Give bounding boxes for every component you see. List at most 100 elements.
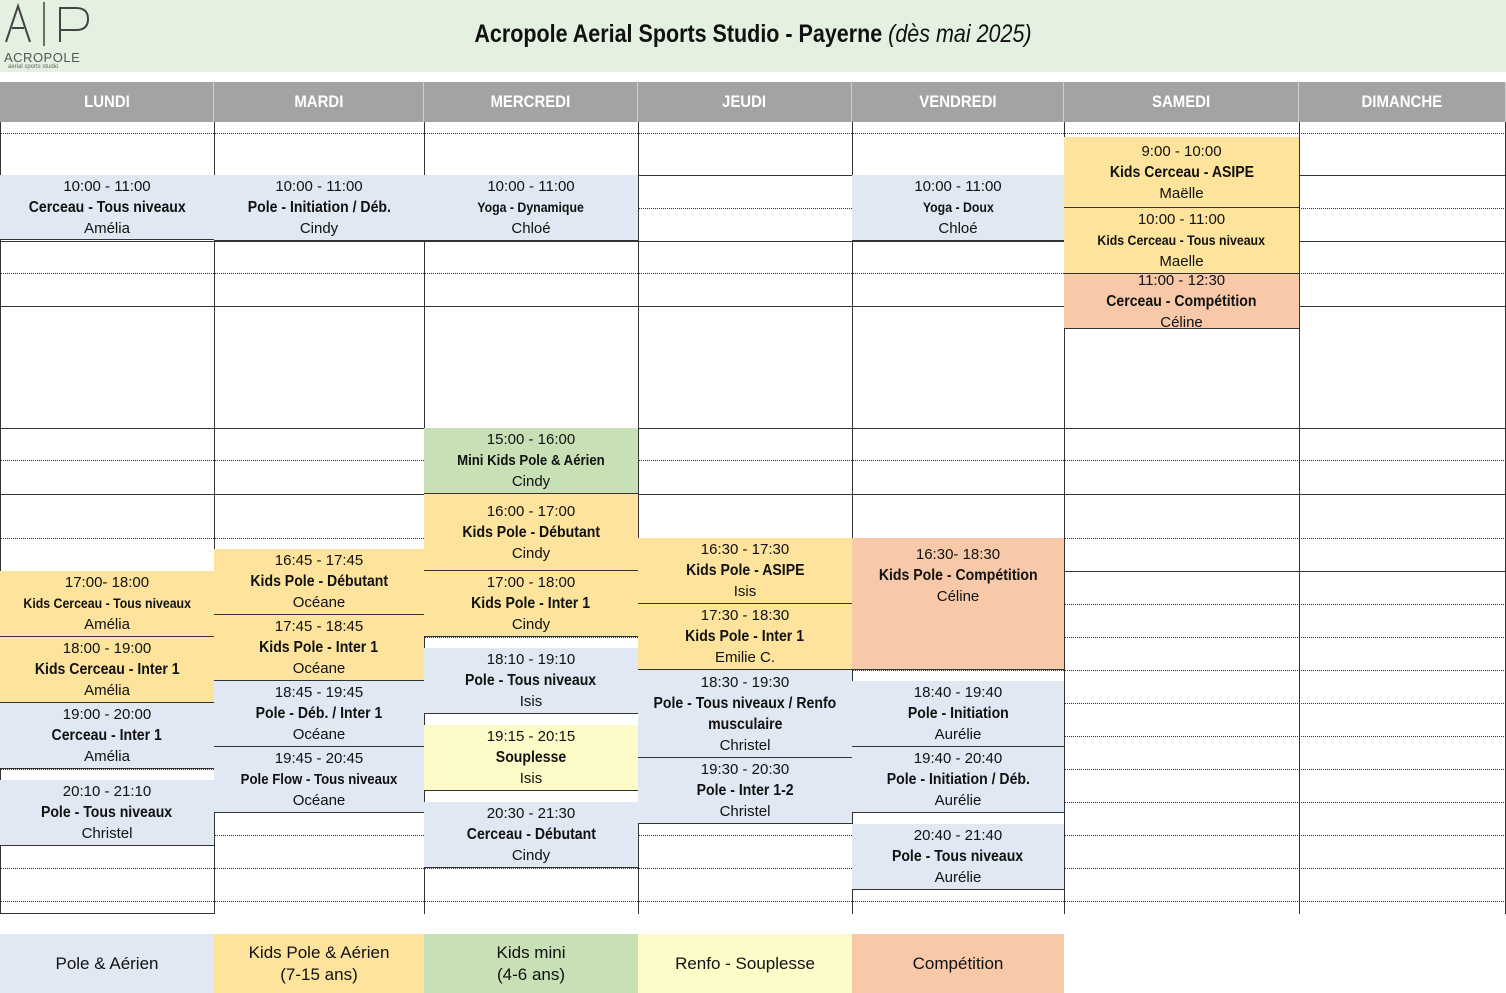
acropole-logo: ACROPOLE aerial sports studio bbox=[4, 2, 94, 70]
class-instructor: Emilie C. bbox=[714, 649, 775, 666]
class-name: Souplesse bbox=[495, 749, 567, 766]
class-name: Kids Cerceau - ASIPE bbox=[1109, 163, 1254, 181]
class-block[interactable]: 17:45 - 18:45 Kids Pole - Inter 1 Océane bbox=[214, 615, 424, 681]
class-time: 17:00- 18:00 bbox=[64, 574, 150, 591]
class-block[interactable]: 18:10 - 19:10 Pole - Tous niveaux Isis bbox=[424, 648, 638, 714]
class-name: Cerceau - Tous niveaux bbox=[28, 198, 186, 216]
class-name: Yoga - Doux bbox=[922, 199, 994, 215]
class-time: 11:00 - 12:30 bbox=[1137, 274, 1226, 289]
grid-row-line bbox=[0, 868, 1506, 869]
class-instructor: Amélia bbox=[84, 748, 130, 765]
class-instructor: Chloé bbox=[511, 220, 551, 237]
class-name: Pole - Tous niveaux bbox=[41, 804, 173, 821]
title-main: Acropole Aerial Sports Studio - Payerne bbox=[474, 20, 883, 48]
class-block[interactable]: 10:00 - 11:00 Yoga - Dynamique Chloé bbox=[424, 175, 638, 241]
class-block[interactable]: 9:00 - 10:00 Kids Cerceau - ASIPE Maëlle bbox=[1064, 137, 1299, 208]
class-block[interactable]: 17:30 - 18:30 Kids Pole - Inter 1 Emilie… bbox=[638, 604, 852, 670]
class-instructor: Amélia bbox=[84, 219, 130, 237]
class-block[interactable]: 16:30 - 17:30 Kids Pole - ASIPE Isis bbox=[638, 538, 852, 604]
class-time: 15:00 - 16:00 bbox=[486, 431, 576, 448]
class-time: 16:30 - 17:30 bbox=[700, 541, 790, 558]
class-block[interactable]: 10:00 - 11:00 Pole - Initiation / Déb. C… bbox=[214, 175, 424, 241]
legend-pole-aerien: Pole & Aérien bbox=[0, 934, 214, 993]
class-block[interactable]: 17:00- 18:00 Kids Cerceau - Tous niveaux… bbox=[0, 571, 214, 637]
grid-row-line bbox=[0, 835, 1506, 836]
title-subtitle: (dès mai 2025) bbox=[888, 20, 1032, 48]
class-block[interactable]: 16:30- 18:30 Kids Pole - Compétition Cél… bbox=[852, 538, 1064, 670]
class-name: Pole - Initiation / Déb. bbox=[247, 199, 391, 216]
page-title: Acropole Aerial Sports Studio - Payerne … bbox=[363, 20, 1142, 49]
class-name: Pole - Inter 1-2 bbox=[696, 782, 794, 799]
class-block[interactable]: 19:15 - 20:15 Souplesse Isis bbox=[424, 725, 638, 791]
class-instructor: Isis bbox=[519, 770, 543, 787]
class-instructor: Christel bbox=[719, 736, 771, 754]
class-instructor: Isis bbox=[519, 693, 543, 710]
class-time: 10:00 - 11:00 bbox=[1137, 211, 1226, 228]
class-name: Kids Cerceau - Tous niveaux bbox=[23, 595, 191, 611]
class-name: Kids Pole - Débutant bbox=[462, 523, 600, 541]
class-block[interactable]: 19:30 - 20:30 Pole - Inter 1-2 Christel bbox=[638, 758, 852, 824]
class-name: Cerceau - Compétition bbox=[1106, 292, 1257, 310]
day-header-samedi: SAMEDI bbox=[1064, 82, 1299, 122]
class-time: 19:30 - 20:30 bbox=[700, 761, 790, 778]
class-name: Kids Pole - Inter 1 bbox=[685, 628, 805, 645]
class-time: 18:40 - 19:40 bbox=[913, 684, 1003, 701]
grid-row-line bbox=[0, 460, 1506, 461]
class-instructor: Céline bbox=[936, 588, 980, 605]
class-instructor: Cindy bbox=[511, 544, 551, 562]
class-block[interactable]: 20:10 - 21:10 Pole - Tous niveaux Christ… bbox=[0, 780, 214, 846]
class-block[interactable]: 19:00 - 20:00 Cerceau - Inter 1 Amélia bbox=[0, 703, 214, 769]
day-header-mardi: MARDI bbox=[214, 82, 424, 122]
day-header-mercredi: MERCREDI bbox=[424, 82, 638, 122]
class-name: Pole - Initiation / Déb. bbox=[886, 771, 1030, 788]
class-name: Kids Cerceau - Tous niveaux bbox=[1097, 232, 1266, 248]
class-time: 17:30 - 18:30 bbox=[700, 607, 790, 624]
class-block[interactable]: 19:45 - 20:45 Pole Flow - Tous niveaux O… bbox=[214, 747, 424, 813]
class-time: 18:10 - 19:10 bbox=[486, 651, 576, 668]
class-block[interactable]: 18:45 - 19:45 Pole - Déb. / Inter 1 Océa… bbox=[214, 681, 424, 747]
class-time: 16:00 - 17:00 bbox=[486, 502, 576, 520]
class-name: Pole Flow - Tous niveaux bbox=[240, 771, 398, 788]
class-time: 19:40 - 20:40 bbox=[913, 750, 1003, 767]
class-time: 19:00 - 20:00 bbox=[62, 706, 152, 723]
class-block[interactable]: 20:40 - 21:40 Pole - Tous niveaux Auréli… bbox=[852, 824, 1064, 890]
class-name: Yoga - Dynamique bbox=[477, 199, 585, 215]
class-block[interactable]: 19:40 - 20:40 Pole - Initiation / Déb. A… bbox=[852, 747, 1064, 813]
class-block[interactable]: 20:30 - 21:30 Cerceau - Débutant Cindy bbox=[424, 802, 638, 868]
class-block[interactable]: 10:00 - 11:00 Kids Cerceau - Tous niveau… bbox=[1064, 208, 1299, 274]
title-band: ACROPOLE aerial sports studio Acropole A… bbox=[0, 0, 1506, 72]
day-header-vendredi: VENDREDI bbox=[852, 82, 1064, 122]
class-name: Pole - Déb. / Inter 1 bbox=[255, 705, 383, 722]
class-block[interactable]: 11:00 - 12:30 Cerceau - Compétition Céli… bbox=[1064, 274, 1299, 329]
class-block[interactable]: 17:00 - 18:00 Kids Pole - Inter 1 Cindy bbox=[424, 571, 638, 637]
class-instructor: Isis bbox=[733, 583, 757, 600]
class-block[interactable]: 16:00 - 17:00 Kids Pole - Débutant Cindy bbox=[424, 494, 638, 571]
class-block[interactable]: 18:30 - 19:30 Pole - Tous niveaux / Renf… bbox=[638, 670, 852, 758]
class-time: 16:30- 18:30 bbox=[915, 546, 1001, 563]
class-instructor: Amélia bbox=[84, 682, 130, 699]
class-instructor: Océane bbox=[292, 660, 346, 677]
day-header-jeudi: JEUDI bbox=[638, 82, 852, 122]
class-block[interactable]: 18:00 - 19:00 Kids Cerceau - Inter 1 Amé… bbox=[0, 637, 214, 703]
class-time: 18:45 - 19:45 bbox=[274, 684, 364, 701]
logo-tagline: aerial sports studio bbox=[8, 64, 59, 70]
class-time: 17:45 - 18:45 bbox=[274, 618, 364, 635]
class-time: 20:10 - 21:10 bbox=[62, 783, 152, 800]
class-instructor: Maelle bbox=[1159, 253, 1204, 270]
legend-kids-pole: Kids Pole & Aérien (7-15 ans) bbox=[214, 934, 424, 993]
class-block[interactable]: 10:00 - 11:00 Cerceau - Tous niveaux Amé… bbox=[0, 175, 214, 240]
grid-bottom-line bbox=[0, 913, 214, 914]
class-instructor: Christel bbox=[81, 825, 133, 842]
class-name: Kids Pole - ASIPE bbox=[685, 562, 805, 579]
class-instructor: Océane bbox=[292, 792, 346, 809]
class-time: 10:00 - 11:00 bbox=[275, 178, 363, 195]
class-name: Pole - Initiation bbox=[907, 705, 1009, 722]
class-name: Mini Kids Pole & Aérien bbox=[457, 452, 605, 469]
class-time: 17:00 - 18:00 bbox=[486, 574, 576, 591]
class-block[interactable]: 15:00 - 16:00 Mini Kids Pole & Aérien Ci… bbox=[424, 428, 638, 494]
class-block[interactable]: 16:45 - 17:45 Kids Pole - Débutant Océan… bbox=[214, 549, 424, 615]
class-block[interactable]: 10:00 - 11:00 Yoga - Doux Chloé bbox=[852, 175, 1064, 241]
grid-row-line bbox=[0, 428, 1506, 429]
grid-row-line bbox=[0, 901, 1506, 902]
class-block[interactable]: 18:40 - 19:40 Pole - Initiation Aurélie bbox=[852, 681, 1064, 747]
